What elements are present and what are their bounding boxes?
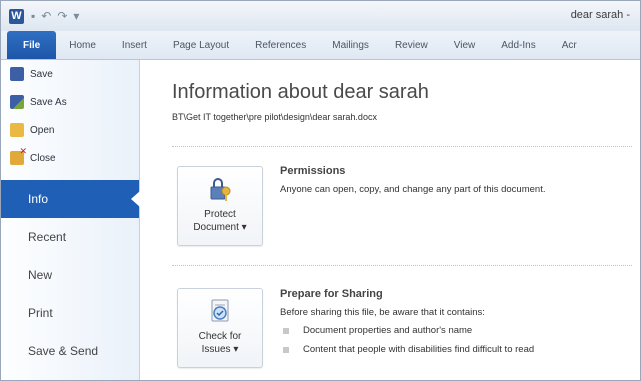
nav-tab-save-send[interactable]: Save & Send xyxy=(1,332,139,370)
file-path: BT\Get IT together\pre pilot\design\dear… xyxy=(172,112,377,122)
word-app-icon[interactable]: W xyxy=(9,9,24,24)
tab-references[interactable]: References xyxy=(242,31,319,59)
check-for-issues-label-1: Check for xyxy=(198,331,242,342)
close-command[interactable]: Close xyxy=(1,144,139,172)
close-folder-icon xyxy=(10,146,27,165)
tab-insert[interactable]: Insert xyxy=(109,31,160,59)
page-title: Information about dear sarah xyxy=(172,81,429,103)
tab-acrobat[interactable]: Acr xyxy=(549,31,590,59)
bullet-text: Content that people with disabilities fi… xyxy=(303,344,535,355)
save-command[interactable]: Save xyxy=(1,60,139,88)
open-label: Open xyxy=(30,124,55,136)
tab-review[interactable]: Review xyxy=(382,31,441,59)
list-item: Document properties and author's name xyxy=(283,325,472,336)
save-as-icon xyxy=(10,95,24,109)
protect-document-button[interactable]: Protect Document ▾ xyxy=(177,166,263,246)
permissions-heading: Permissions xyxy=(280,165,346,177)
tab-file[interactable]: File xyxy=(7,31,57,59)
prepare-sharing-heading: Prepare for Sharing xyxy=(280,288,383,300)
check-for-issues-button[interactable]: Check for Issues ▾ xyxy=(177,288,263,368)
bullet-icon xyxy=(283,346,289,353)
nav-tab-new[interactable]: New xyxy=(1,256,139,294)
lock-key-icon xyxy=(210,178,231,201)
save-icon xyxy=(10,67,24,81)
bullet-icon xyxy=(283,327,289,334)
title-bar: W ▪ ↶ ↷ ▾ dear sarah - xyxy=(1,1,640,32)
quick-access-toolbar: ▪ ↶ ↷ ▾ xyxy=(31,8,79,24)
customize-qat-icon[interactable]: ▾ xyxy=(73,8,79,24)
save-label: Save xyxy=(30,68,53,80)
tab-add-ins[interactable]: Add-Ins xyxy=(488,31,548,59)
open-command[interactable]: Open xyxy=(1,116,139,144)
close-label: Close xyxy=(30,152,56,164)
protect-document-label-1: Protect xyxy=(204,209,236,220)
divider xyxy=(172,265,632,267)
nav-tab-print[interactable]: Print xyxy=(1,294,139,332)
tab-page-layout[interactable]: Page Layout xyxy=(160,31,242,59)
save-as-label: Save As xyxy=(30,96,67,108)
nav-tab-recent[interactable]: Recent xyxy=(1,218,139,256)
nav-tab-info[interactable]: Info xyxy=(1,180,140,218)
check-for-issues-label-2: Issues ▾ xyxy=(201,344,239,355)
undo-icon[interactable]: ↶ xyxy=(41,8,51,24)
tab-mailings[interactable]: Mailings xyxy=(319,31,382,59)
prepare-sharing-text: Before sharing this file, be aware that … xyxy=(280,307,485,318)
tab-view[interactable]: View xyxy=(441,31,489,59)
save-quick-icon[interactable]: ▪ xyxy=(31,8,35,24)
list-item: Content that people with disabilities fi… xyxy=(283,344,534,355)
check-document-icon xyxy=(211,299,229,322)
backstage-nav: Save Save As Open Close Info Recent New … xyxy=(1,60,140,380)
ribbon-tabs: File Home Insert Page Layout References … xyxy=(1,31,640,60)
permissions-text: Anyone can open, copy, and change any pa… xyxy=(280,184,546,195)
redo-icon[interactable]: ↷ xyxy=(57,8,67,24)
word-window: W ▪ ↶ ↷ ▾ dear sarah - File Home Insert … xyxy=(0,0,641,381)
info-pane: Information about dear sarah BT\Get IT t… xyxy=(140,60,640,380)
tab-home[interactable]: Home xyxy=(56,31,109,59)
save-as-command[interactable]: Save As xyxy=(1,88,139,116)
open-folder-icon xyxy=(10,123,24,137)
protect-document-label-2: Document ▾ xyxy=(193,222,247,233)
divider xyxy=(172,146,632,148)
bullet-text: Document properties and author's name xyxy=(303,325,473,336)
window-title: dear sarah - xyxy=(570,9,630,21)
